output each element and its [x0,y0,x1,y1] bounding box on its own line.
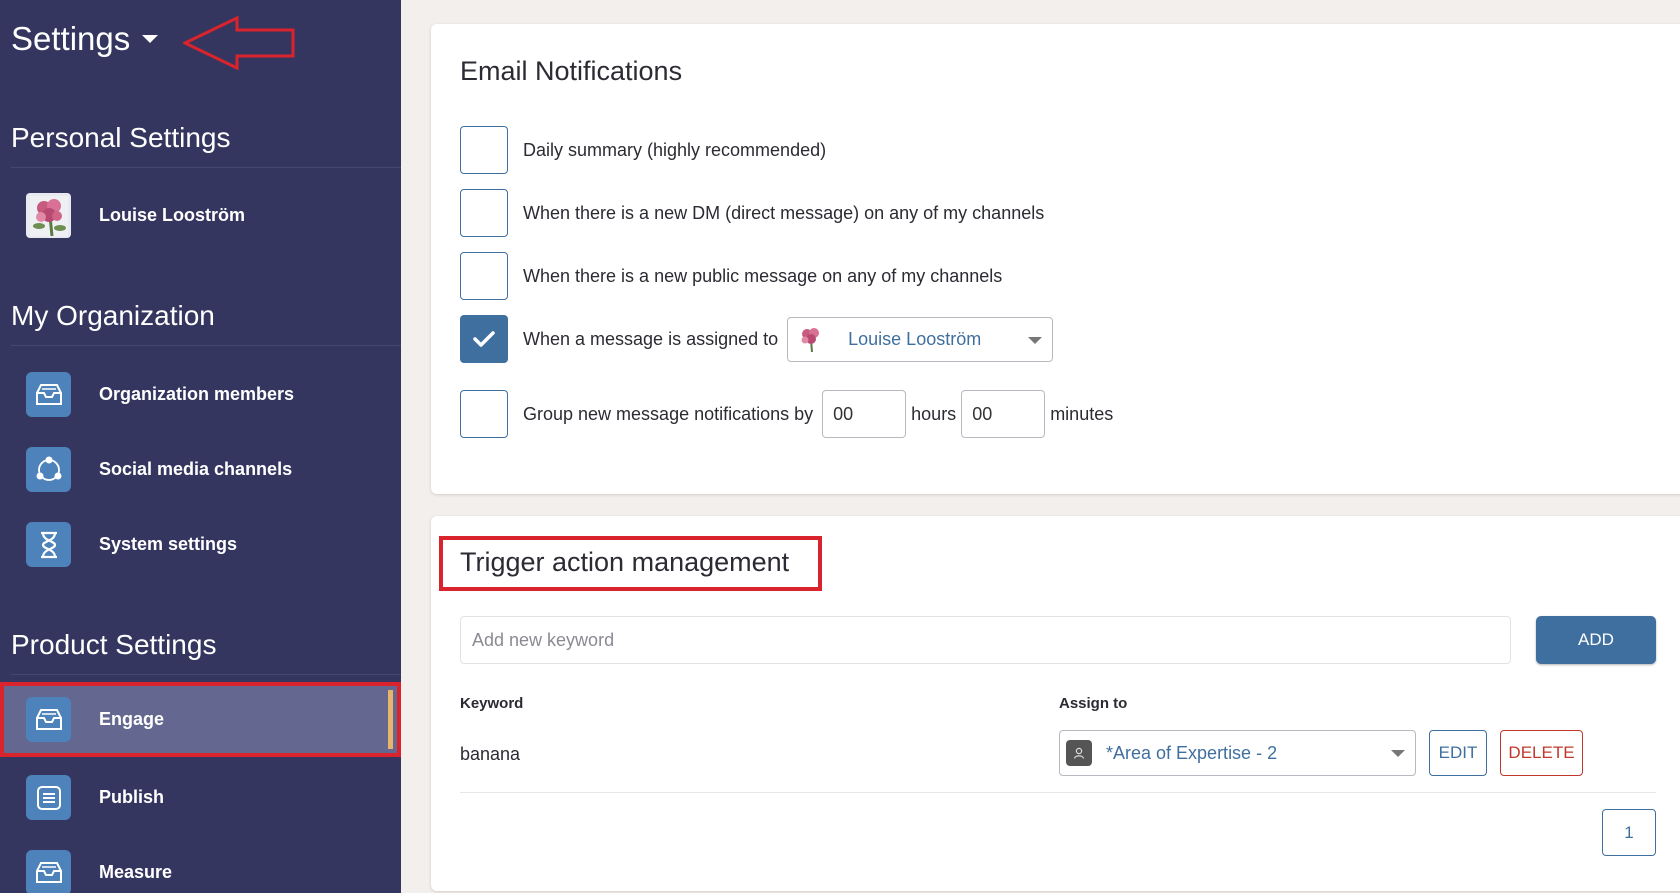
user-name: Louise Looström [99,205,246,225]
share-nodes-icon [26,447,71,492]
assign-to-column-header: Assign to [1059,695,1128,712]
email-notifications-card: Email Notifications Daily summary (highl… [431,24,1680,494]
keyword-input[interactable] [460,616,1511,664]
user-icon [1066,740,1092,766]
sidebar-item-user-profile[interactable]: Louise Looström [0,178,401,253]
row-divider [460,792,1656,793]
sidebar-item-label: Engage [99,709,165,729]
trigger-action-card: Trigger action management ADD Keyword As… [431,516,1680,891]
divider [11,345,401,346]
user-avatar [26,193,71,238]
option-new-dm: When there is a new DM (direct message) … [460,189,1044,237]
sidebar-item-publish[interactable]: Publish [0,760,401,835]
email-notifications-title: Email Notifications [460,56,683,86]
option-label: Daily summary (highly recommended) [523,139,827,160]
minutes-input[interactable] [961,390,1046,438]
assign-to-select[interactable]: *Area of Expertise - 2 [1059,730,1416,776]
daily-summary-checkbox[interactable] [460,126,508,174]
option-daily-summary: Daily summary (highly recommended) [460,126,826,174]
trigger-action-title: Trigger action management [460,547,790,577]
sidebar-item-label: Social media channels [99,459,293,479]
sidebar-item-label: Publish [99,787,165,807]
caret-down-icon [142,35,159,43]
hourglass-icon [26,522,71,567]
divider [11,674,401,675]
new-public-message-checkbox[interactable] [460,252,508,300]
assign-to-value: *Area of Expertise - 2 [1106,742,1278,763]
message-assigned-checkbox[interactable] [460,315,508,363]
sidebar-item-engage[interactable]: Engage [0,682,401,757]
annotation-arrow-icon [183,16,295,70]
minutes-label: minutes [1050,403,1114,424]
option-message-assigned: When a message is assigned to Louise Loo… [460,315,1054,363]
add-keyword-button[interactable]: ADD [1536,616,1656,664]
assignee-value: Louise Looström [848,328,982,349]
edit-button[interactable]: EDIT [1429,730,1487,776]
hours-label: hours [911,403,957,424]
my-organization-heading: My Organization [11,300,215,331]
divider [11,167,401,168]
assignee-avatar [798,326,824,352]
option-label: When there is a new DM (direct message) … [523,202,1045,223]
option-label: When a message is assigned to [523,328,779,349]
keyword-cell: banana [460,744,521,764]
assignee-select[interactable]: Louise Looström [787,316,1054,362]
hours-input[interactable] [822,390,907,438]
sidebar-item-label: Measure [99,862,173,882]
inbox-icon [26,372,71,417]
sidebar-item-social-media-channels[interactable]: Social media channels [0,432,401,507]
sidebar-item-label: Organization members [99,384,295,404]
chevron-down-icon [1028,336,1043,344]
settings-menu[interactable]: Settings [11,20,159,58]
check-icon [473,331,495,347]
settings-title: Settings [11,20,131,57]
sidebar-item-system-settings[interactable]: System settings [0,507,401,582]
group-notifications-checkbox[interactable] [460,390,508,438]
sidebar: Settings Personal Settings Louise Loostr… [0,0,401,893]
sidebar-item-measure[interactable]: Measure [0,835,401,893]
option-group-notifications: Group new message notifications by hours… [460,390,1118,438]
active-indicator [388,690,393,749]
option-label: When there is a new public message on an… [523,265,1003,286]
option-new-public-message: When there is a new public message on an… [460,252,1002,300]
option-label: Group new message notifications by [523,403,814,424]
product-settings-heading: Product Settings [11,629,217,660]
delete-button[interactable]: DELETE [1500,730,1583,776]
keyword-column-header: Keyword [460,695,524,712]
chevron-down-icon [1391,750,1405,757]
sidebar-item-label: System settings [99,534,238,554]
inbox-icon [26,850,71,893]
pagination-page-1[interactable]: 1 [1602,809,1656,856]
new-dm-checkbox[interactable] [460,189,508,237]
inbox-icon [26,697,71,742]
personal-settings-heading: Personal Settings [11,122,231,153]
sidebar-item-organization-members[interactable]: Organization members [0,357,401,432]
document-icon [26,775,71,820]
